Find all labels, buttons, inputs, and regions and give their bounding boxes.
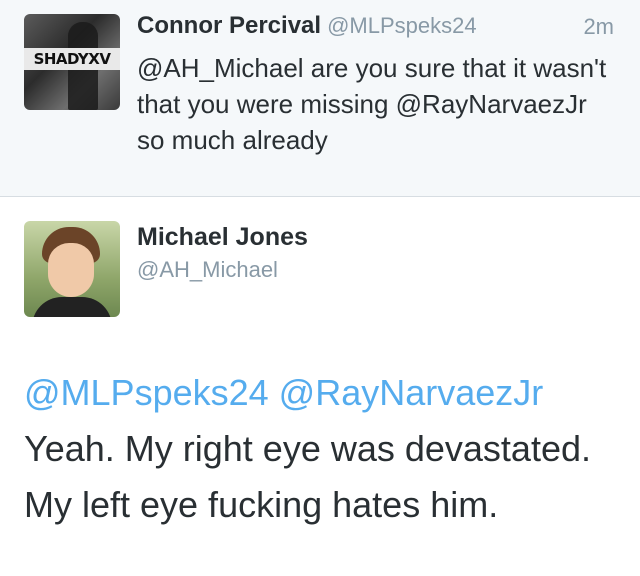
user-handle[interactable]: @AH_Michael	[137, 257, 278, 283]
avatar[interactable]	[24, 221, 120, 317]
avatar-face	[48, 243, 94, 297]
avatar-logo-text: SHADYXV	[33, 50, 111, 68]
tweet-text: @AH_Michael are you sure that it wasn't …	[137, 53, 607, 155]
user-handle[interactable]: @MLPspeks24	[327, 13, 477, 38]
mention-link[interactable]: @RayNarvaezJr	[279, 372, 544, 413]
mention-link[interactable]: @MLPspeks24	[24, 372, 269, 413]
avatar-shirt	[32, 297, 112, 317]
tweet-text: Yeah. My right eye was devastated. My le…	[24, 428, 591, 525]
user-name[interactable]: Connor Percival	[137, 12, 321, 39]
avatar[interactable]: SHADYXV	[24, 14, 120, 110]
mention-line: @MLPspeks24 @RayNarvaezJr	[24, 365, 624, 421]
reply-tweet[interactable]: SHADYXV Connor Percival @MLPspeks24 2m @A…	[0, 0, 640, 197]
tweet-timestamp[interactable]: 2m	[583, 14, 614, 40]
tweet-body: @MLPspeks24 @RayNarvaezJr Yeah. My right…	[24, 365, 624, 533]
main-tweet: Michael Jones @AH_Michael @MLPspeks24 @R…	[0, 197, 640, 576]
user-name[interactable]: Michael Jones	[137, 223, 308, 252]
tweet-header: Connor Percival @MLPspeks24	[137, 12, 477, 40]
